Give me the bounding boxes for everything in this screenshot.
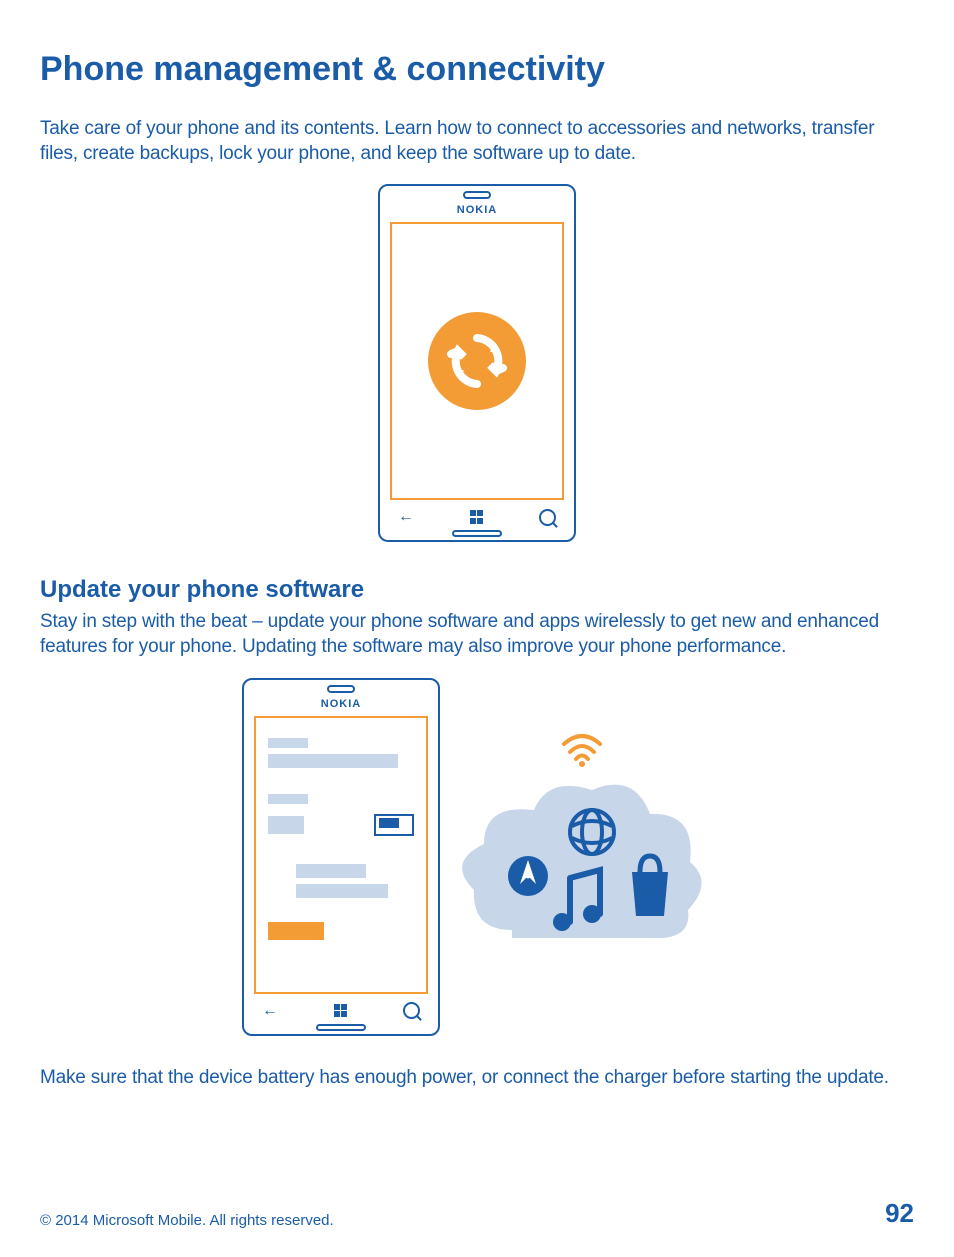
page-number: 92	[885, 1198, 914, 1229]
earpiece	[463, 191, 491, 199]
phone-outline: NOKIA ←	[378, 184, 576, 542]
phone-brand: NOKIA	[244, 698, 438, 710]
phone-illustration-1: NOKIA ←	[40, 184, 914, 542]
section-title: Update your phone software	[40, 576, 914, 604]
intro-paragraph: Take care of your phone and its contents…	[40, 117, 914, 166]
ui-item	[296, 884, 388, 898]
phone-navbar: ←	[262, 1002, 420, 1020]
ui-label	[268, 794, 308, 804]
section-body: Stay in step with the beat – update your…	[40, 610, 914, 659]
page-footer: © 2014 Microsoft Mobile. All rights rese…	[40, 1198, 914, 1229]
phone-illustration-2: NOKIA ←	[40, 678, 914, 1036]
phone-outline-2: NOKIA ←	[242, 678, 440, 1036]
ui-label	[268, 738, 308, 748]
phone-navbar: ←	[398, 508, 556, 526]
phone-brand: NOKIA	[380, 204, 574, 216]
update-button-icon	[268, 922, 324, 940]
ui-heading	[268, 754, 398, 768]
toggle-icon	[374, 814, 414, 836]
windows-icon	[334, 1004, 348, 1018]
phone-screen-settings	[254, 716, 428, 994]
compass-icon	[508, 856, 548, 896]
home-indicator	[316, 1024, 366, 1031]
back-icon: ←	[262, 1002, 278, 1020]
page-title: Phone management & connectivity	[40, 50, 914, 89]
sync-icon	[428, 312, 526, 410]
back-icon: ←	[398, 508, 414, 526]
search-icon	[403, 1002, 420, 1019]
wifi-icon	[560, 732, 604, 768]
earpiece	[327, 685, 355, 693]
phone-screen	[390, 222, 564, 500]
windows-icon	[470, 510, 484, 524]
ui-value	[268, 816, 304, 834]
search-icon	[539, 509, 556, 526]
home-indicator	[452, 530, 502, 537]
cloud-illustration	[452, 732, 712, 982]
copyright: © 2014 Microsoft Mobile. All rights rese…	[40, 1212, 334, 1229]
ui-item	[296, 864, 366, 878]
note-paragraph: Make sure that the device battery has en…	[40, 1066, 914, 1091]
